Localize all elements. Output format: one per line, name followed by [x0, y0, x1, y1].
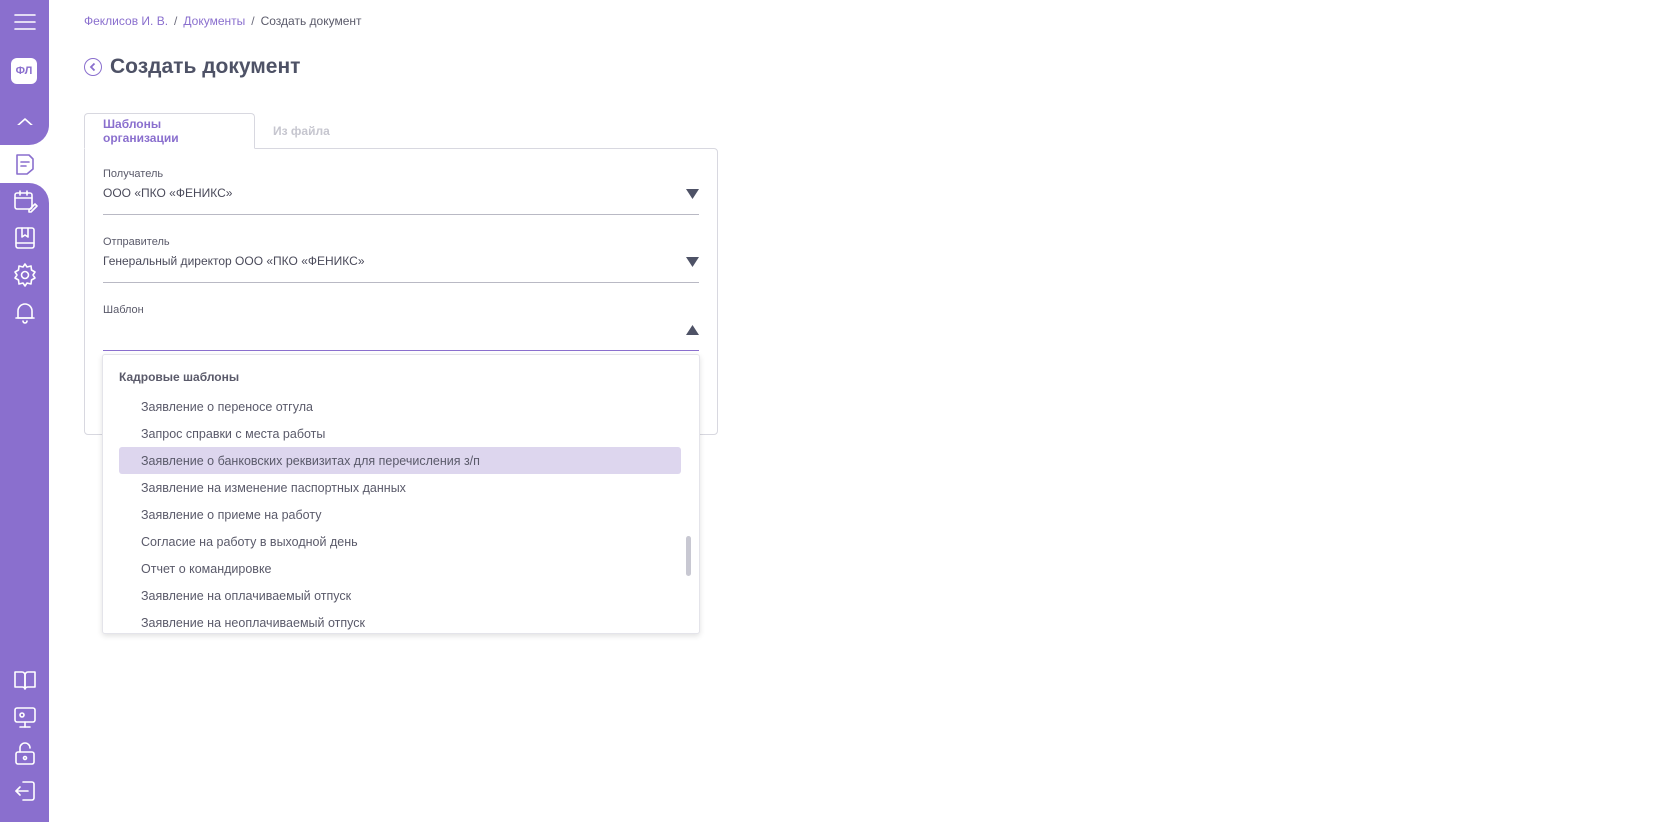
dropdown-option-highlighted[interactable]: Заявление о банковских реквизитах для пе…: [119, 447, 681, 474]
template-field[interactable]: Шаблон: [103, 304, 699, 351]
recipient-label: Получатель: [103, 168, 164, 180]
tab-organization-templates[interactable]: Шаблоны организации: [84, 113, 255, 149]
template-dropdown: Кадровые шаблоны Заявление о переносе от…: [102, 354, 700, 634]
dropdown-option[interactable]: Запрос справки с места работы: [119, 420, 681, 447]
recipient-value: ООО «ПКО «ФЕНИКС»: [103, 186, 233, 200]
sender-field[interactable]: Отправитель Генеральный директор ООО «ПК…: [103, 236, 699, 283]
breadcrumb-user[interactable]: Феклисов И. В.: [84, 14, 168, 28]
breadcrumb-separator: /: [174, 14, 178, 28]
tab-from-file[interactable]: Из файла: [255, 113, 348, 149]
dropdown-scrollbar[interactable]: [686, 536, 691, 576]
breadcrumb-separator: /: [251, 14, 255, 28]
logout-icon[interactable]: [0, 773, 49, 809]
avatar[interactable]: ФЛ: [11, 58, 37, 84]
caret-up-icon[interactable]: [686, 322, 699, 335]
page-header: Создать документ: [84, 55, 300, 79]
dropdown-option[interactable]: Заявление о приеме на работу: [119, 501, 681, 528]
dropdown-option[interactable]: Отчет о командировке: [119, 555, 681, 582]
calendar-edit-icon[interactable]: [0, 183, 49, 219]
book-icon[interactable]: [0, 662, 49, 698]
document-icon: [0, 146, 49, 182]
template-label: Шаблон: [103, 304, 144, 316]
breadcrumb-current: Создать документ: [260, 14, 362, 28]
back-arrow-icon[interactable]: [84, 58, 102, 76]
page-title: Создать документ: [110, 55, 301, 78]
gear-icon[interactable]: [0, 257, 49, 293]
presentation-icon[interactable]: [0, 699, 49, 735]
sidebar-notch: [0, 125, 49, 145]
dropdown-option[interactable]: Заявление о переносе отгула: [119, 393, 681, 420]
dropdown-list: Заявление о переносе отгула Запрос справ…: [119, 393, 681, 633]
dropdown-option[interactable]: Заявление на неоплачиваемый отпуск: [119, 609, 681, 633]
menu-icon[interactable]: [0, 4, 49, 40]
caret-down-icon[interactable]: [686, 254, 699, 267]
breadcrumb-documents[interactable]: Документы: [183, 14, 245, 28]
sidebar-item-documents[interactable]: [0, 145, 49, 183]
caret-down-icon[interactable]: [686, 186, 699, 199]
sender-value: Генеральный директор ООО «ПКО «ФЕНИКС»: [103, 254, 365, 268]
sender-label: Отправитель: [103, 236, 170, 248]
tabs: Шаблоны организации Из файла: [84, 113, 348, 149]
dropdown-option[interactable]: Согласие на работу в выходной день: [119, 528, 681, 555]
dropdown-option[interactable]: Заявление на изменение паспортных данных: [119, 474, 681, 501]
dropdown-option[interactable]: Заявление на оплачиваемый отпуск: [119, 582, 681, 609]
bell-icon[interactable]: [0, 294, 49, 330]
bookmark-icon[interactable]: [0, 220, 49, 256]
recipient-field[interactable]: Получатель ООО «ПКО «ФЕНИКС»: [103, 168, 699, 215]
breadcrumb: Феклисов И. В. / Документы / Создать док…: [84, 14, 362, 28]
dropdown-group-label: Кадровые шаблоны: [119, 370, 240, 384]
unlock-icon[interactable]: [0, 736, 49, 772]
